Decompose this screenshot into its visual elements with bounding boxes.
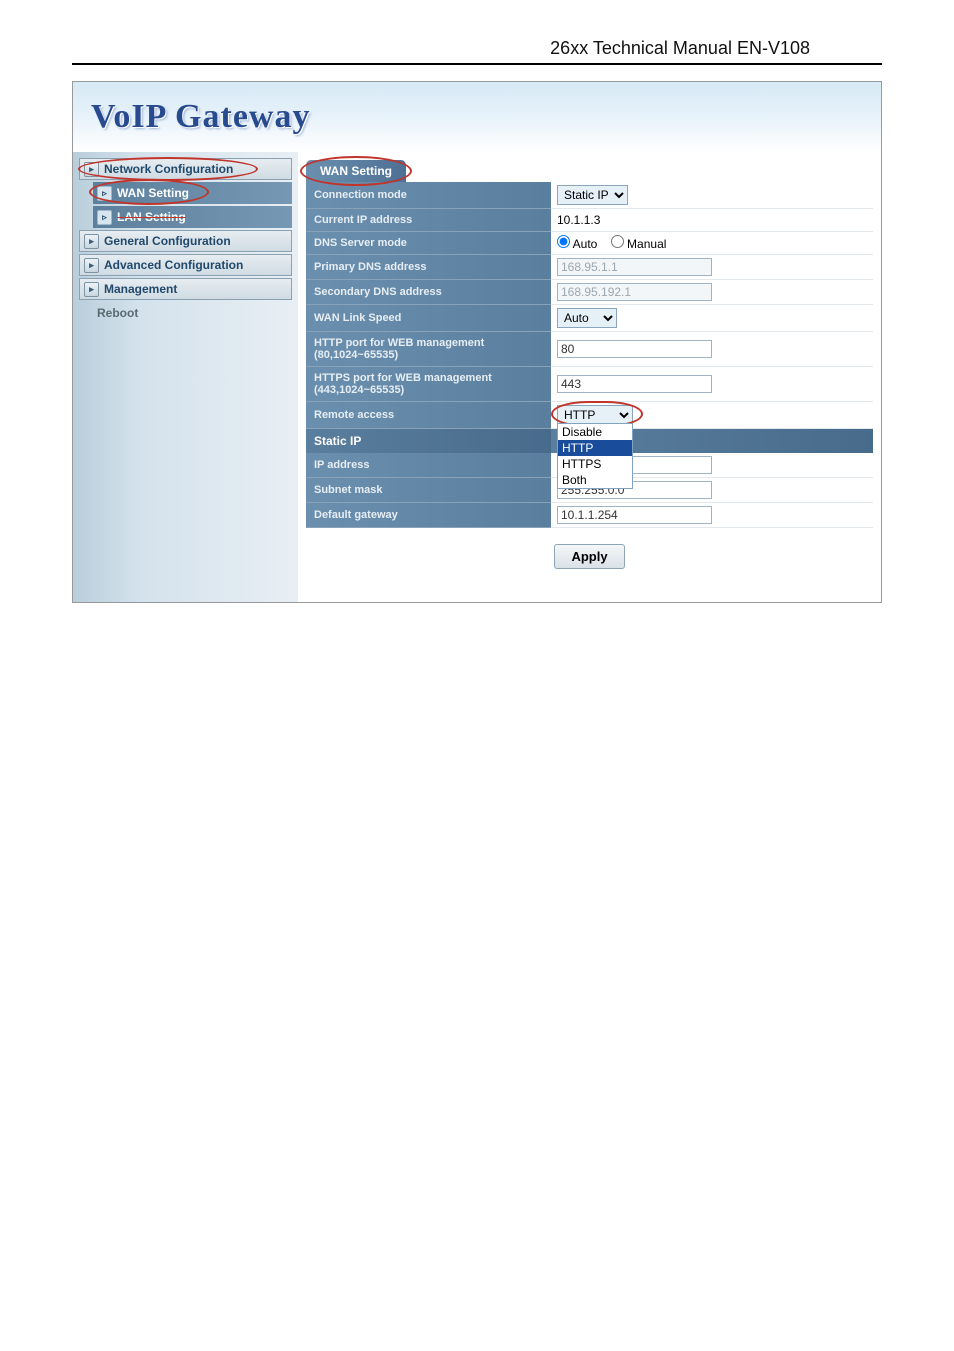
label-default-gateway: Default gateway [306,503,551,528]
label-https-port: HTTPS port for WEB management (443,1024~… [306,367,551,402]
label-primary-dns: Primary DNS address [306,255,551,280]
apply-button[interactable]: Apply [554,544,624,569]
product-title: VoIP Gateway [91,98,310,136]
play-icon: ▹ [97,210,112,225]
connection-mode-select[interactable]: Static IP [557,185,628,205]
option-http[interactable]: HTTP [558,440,632,456]
sidebar-item-management[interactable]: ▸ Management [79,278,292,300]
sidebar-item-label: Reboot [97,306,138,320]
sidebar-item-advanced[interactable]: ▸ Advanced Configuration [79,254,292,276]
label-connection-mode: Connection mode [306,182,551,209]
sidebar-item-general[interactable]: ▸ General Configuration [79,230,292,252]
sidebar-item-label: LAN Setting [117,210,186,224]
sidebar-item-network[interactable]: ▸ Network Configuration [79,158,292,180]
expand-icon: ▸ [84,282,99,297]
radio-label: Manual [627,237,666,251]
sidebar-item-reboot[interactable]: Reboot [93,302,292,324]
dns-auto-radio[interactable]: Auto [557,237,597,251]
secondary-dns-input[interactable] [557,283,712,301]
sidebar: ▸ Network Configuration ▹ WAN Setting ▹ … [73,152,298,602]
label-remote-access: Remote access [306,402,551,429]
label-dns-mode: DNS Server mode [306,232,551,255]
label-current-ip: Current IP address [306,209,551,232]
radio-label: Auto [573,237,598,251]
wan-settings-table: Connection mode Static IP Current IP add… [306,182,873,528]
expand-icon: ▸ [84,258,99,273]
sidebar-item-lan[interactable]: ▹ LAN Setting [93,206,292,228]
sidebar-item-label: Network Configuration [104,162,233,176]
screenshot-frame: VoIP Gateway ▸ Network Configuration ▹ W… [72,81,882,603]
primary-dns-input[interactable] [557,258,712,276]
dns-manual-radio[interactable]: Manual [611,237,667,251]
https-port-input[interactable] [557,375,712,393]
remote-access-select[interactable]: HTTP Disable HTTP HTTPS Both [557,405,633,425]
label-wan-link: WAN Link Speed [306,305,551,332]
sidebar-item-label: Advanced Configuration [104,258,243,272]
play-icon: ▹ [97,186,112,201]
expand-icon: ▸ [84,162,99,177]
main-panel: WAN Setting Connection mode Static IP Cu… [298,152,881,602]
http-port-input[interactable] [557,340,712,358]
option-https[interactable]: HTTPS [558,456,632,472]
label-ip-address: IP address [306,453,551,478]
sidebar-item-label: WAN Setting [117,186,189,200]
section-header-wan: WAN Setting [306,160,406,182]
label-secondary-dns: Secondary DNS address [306,280,551,305]
label-http-port: HTTP port for WEB management (80,1024~65… [306,332,551,367]
document-header: 26xx Technical Manual EN-V108 [72,0,882,65]
default-gateway-input[interactable] [557,506,712,524]
remote-access-options: Disable HTTP HTTPS Both [557,423,633,489]
value-current-ip: 10.1.1.3 [551,209,873,232]
sidebar-item-label: Management [104,282,177,296]
wan-link-select[interactable]: Auto [557,308,617,328]
banner: VoIP Gateway [73,82,881,152]
option-both[interactable]: Both [558,472,632,488]
sidebar-item-wan[interactable]: ▹ WAN Setting [93,182,292,204]
option-disable[interactable]: Disable [558,424,632,440]
label-subnet-mask: Subnet mask [306,478,551,503]
section-header-static-ip: Static IP [306,429,551,454]
sidebar-item-label: General Configuration [104,234,231,248]
expand-icon: ▸ [84,234,99,249]
